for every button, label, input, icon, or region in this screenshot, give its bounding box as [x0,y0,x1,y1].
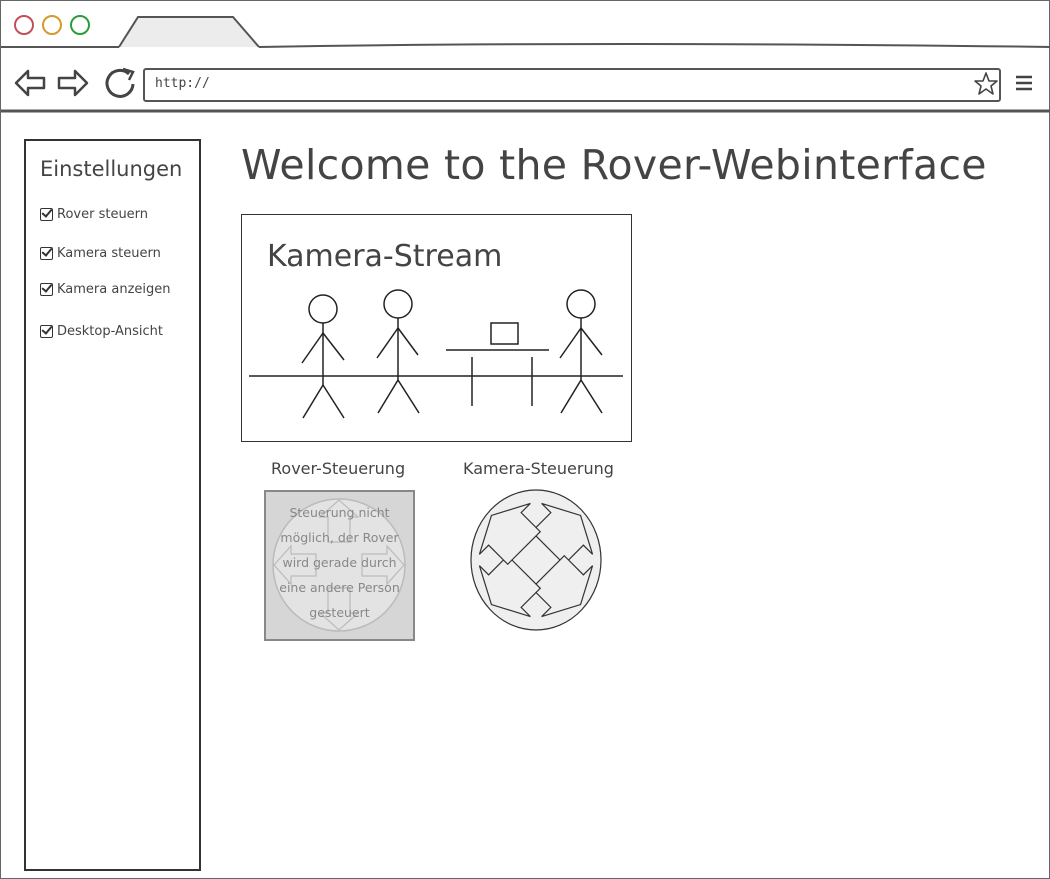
bookmark-star-icon[interactable] [973,71,999,97]
message-line: Steuerung nicht [289,505,390,520]
message-line: eine andere Person [279,580,400,595]
rover-control-disabled-overlay: Steuerung nicht möglich, der Rover wird … [264,490,415,641]
checkbox-label: Kamera steuern [57,246,161,261]
camera-joystick[interactable] [470,489,606,633]
browser-tab[interactable] [118,16,260,48]
checkbox-checked-icon[interactable] [40,208,53,221]
checkbox-checked-icon[interactable] [40,325,53,338]
camera-control-label: Kamera-Steuerung [463,459,614,478]
checkbox-kamera-anzeigen[interactable]: Kamera anzeigen [40,282,171,297]
message-line: möglich, der Rover [280,530,399,545]
checkbox-checked-icon[interactable] [40,283,53,296]
page-title: Welcome to the Rover-Webinterface [241,141,987,189]
camera-stream-sketch [249,289,623,419]
rover-control-label: Rover-Steuerung [271,459,406,478]
checkbox-label: Kamera anzeigen [57,282,171,297]
sidebar-title: Einstellungen [40,157,183,181]
checkbox-label: Rover steuern [57,207,149,222]
checkbox-desktop-ansicht[interactable]: Desktop-Ansicht [40,324,163,339]
joystick-base[interactable] [470,489,602,631]
reload-icon[interactable] [103,66,139,100]
forward-arrow-icon[interactable] [55,68,89,98]
checkbox-kamera-steuern[interactable]: Kamera steuern [40,246,161,261]
checkbox-checked-icon[interactable] [40,247,53,260]
camera-stream-panel: Kamera-Stream [241,214,632,442]
menu-icon[interactable] [1015,74,1035,92]
checkbox-label: Desktop-Ansicht [57,324,164,339]
browser-chrome: http:// [1,1,1050,113]
address-text[interactable]: http:// [155,76,210,91]
rover-control-message: Steuerung nicht möglich, der Rover wird … [266,500,413,625]
browser-window: http:// Einstellungen Rover steuern Kame… [0,0,1050,879]
message-line: gesteuert [309,605,370,620]
back-arrow-icon[interactable] [14,68,48,98]
message-line: wird gerade durch [282,555,397,570]
address-bar[interactable]: http:// [143,68,1001,102]
settings-sidebar: Einstellungen Rover steuern Kamera steue… [24,139,201,871]
checkbox-rover-steuern[interactable]: Rover steuern [40,207,148,222]
